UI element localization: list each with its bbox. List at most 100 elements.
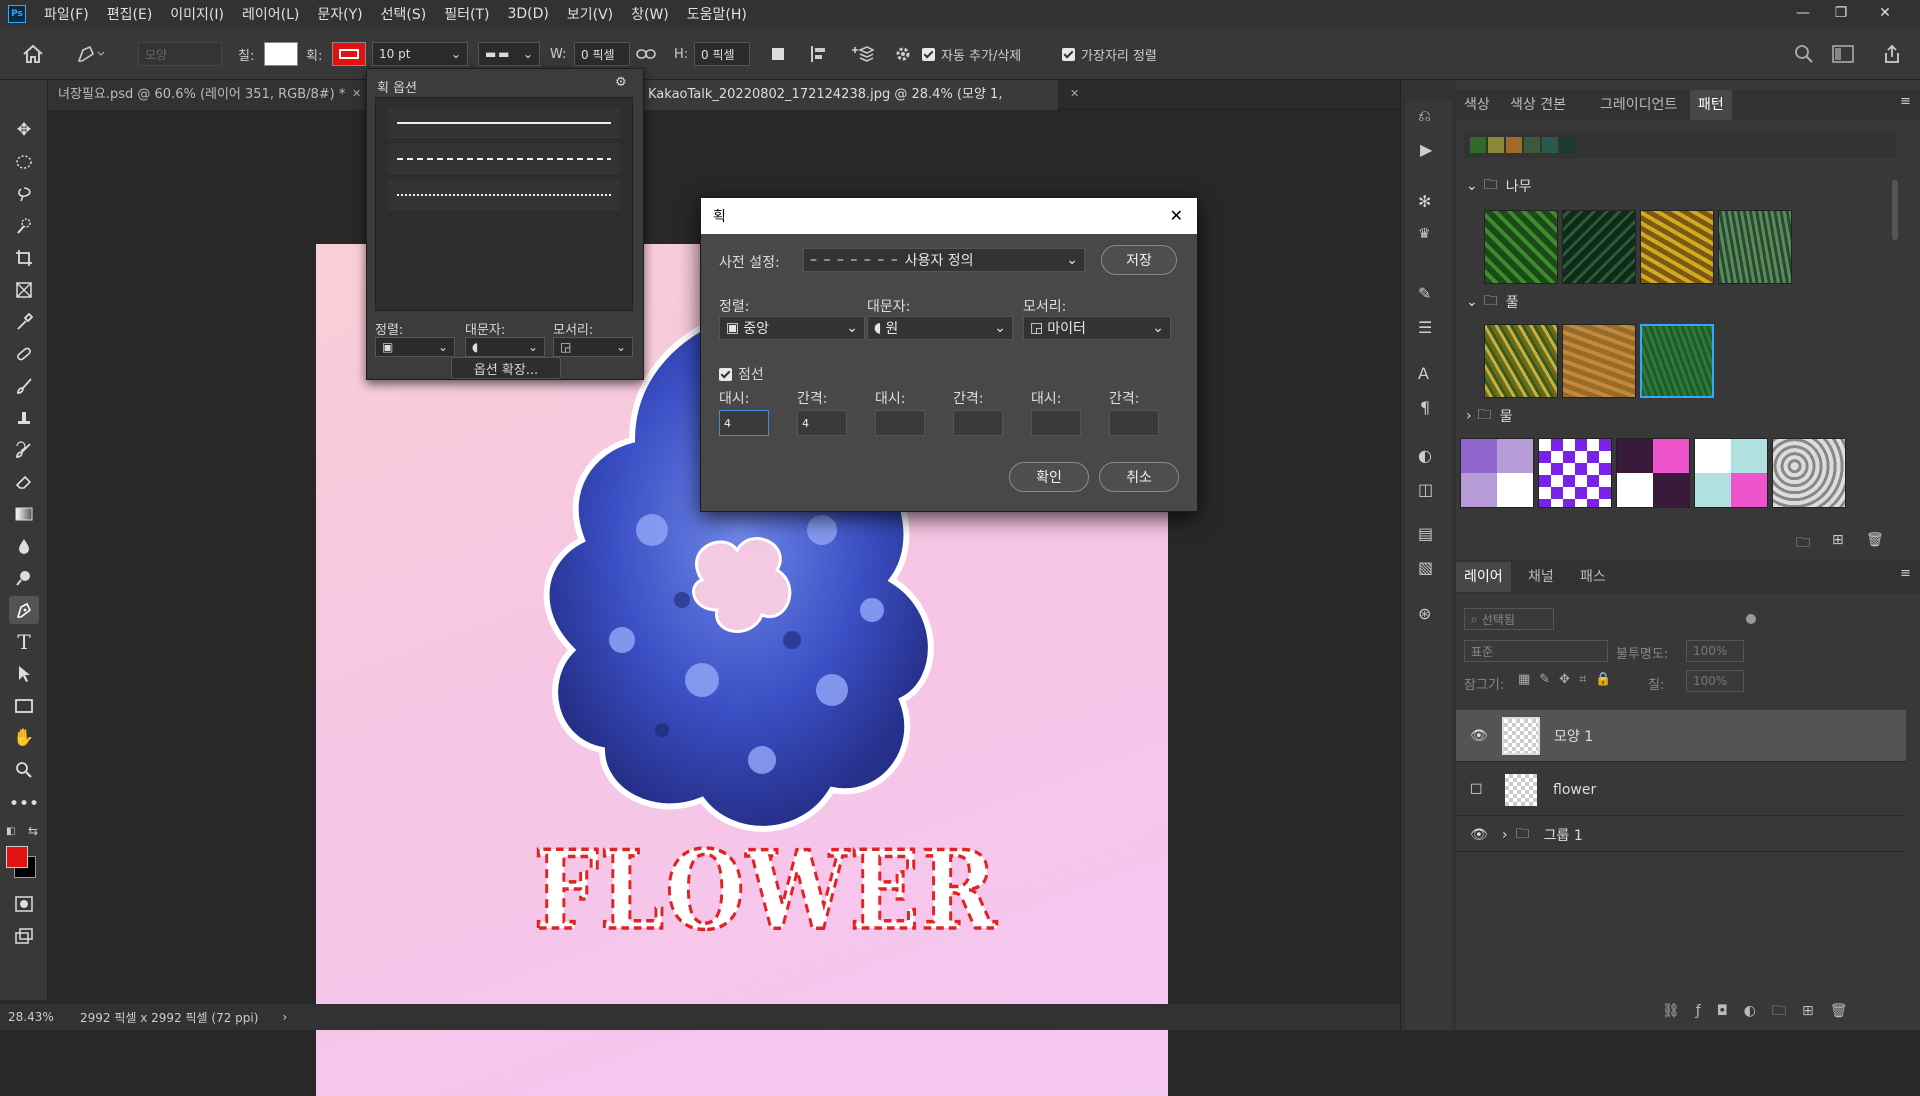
opacity-field[interactable]: 100%: [1686, 640, 1744, 662]
tool-mode-select[interactable]: 모양: [138, 42, 222, 66]
tab-document-1[interactable]: 녀장필요.psd @ 60.6% (레이어 351, RGB/8#) *: [48, 80, 368, 110]
foreground-color-swatch[interactable]: [6, 846, 28, 868]
share-icon[interactable]: [1882, 28, 1902, 80]
tab-channels[interactable]: 채널: [1520, 562, 1562, 592]
dash-3-field[interactable]: [1031, 410, 1081, 436]
align-select[interactable]: ▣ 중앙 ⌄: [719, 316, 865, 340]
save-button[interactable]: 저장: [1101, 245, 1177, 275]
recent-pattern-swatch[interactable]: [1506, 137, 1522, 153]
libraries-icon[interactable]: ◫: [1418, 480, 1433, 499]
menu-layer[interactable]: 레이어(L): [242, 4, 299, 24]
tab-document-2[interactable]: KakaoTalk_20220802_172124238.jpg @ 28.4%…: [638, 80, 1058, 132]
stroke-type-select[interactable]: ▬ ▬ ⌄: [478, 42, 540, 66]
clone-stamp-icon[interactable]: [9, 404, 39, 432]
gear-icon[interactable]: ⚙: [615, 75, 627, 90]
zoom-icon[interactable]: [9, 756, 39, 784]
adjustments-icon[interactable]: ✎: [1418, 284, 1431, 303]
chevron-right-icon[interactable]: ›: [282, 1010, 287, 1024]
pen-icon[interactable]: [9, 596, 39, 624]
zoom-level[interactable]: 28.43%: [8, 1010, 80, 1024]
tab-gradients[interactable]: 그레이디언트: [1592, 90, 1685, 120]
height-field[interactable]: 0 픽셀: [694, 42, 750, 66]
auto-add-delete-checkbox[interactable]: 자동 추가/삭제: [922, 28, 1021, 80]
menu-view[interactable]: 보기(V): [567, 4, 613, 24]
menu-file[interactable]: 파일(F): [44, 4, 89, 24]
layer-row-group1[interactable]: 👁 › 🗀 그룹 1: [1456, 818, 1906, 852]
dash-1-field[interactable]: 4: [719, 410, 769, 436]
layer-filter-select[interactable]: ⌕ 선택됨: [1464, 608, 1554, 630]
blend-mode-select[interactable]: 표준: [1464, 640, 1608, 662]
default-colors-icon[interactable]: ◧: [6, 826, 15, 837]
recent-pattern-swatch[interactable]: [1488, 137, 1504, 153]
tab-swatches[interactable]: 색상 견본: [1502, 90, 1574, 120]
corners-select[interactable]: ◲ ⌄: [553, 337, 633, 357]
menu-image[interactable]: 이미지(I): [170, 4, 224, 24]
brush-settings-icon[interactable]: ✻: [1418, 192, 1431, 211]
eye-icon[interactable]: 👁: [1470, 827, 1494, 843]
dotted-line-option[interactable]: [386, 178, 622, 212]
preset-select[interactable]: – – – – – – – 사용자 정의 ⌄: [803, 248, 1085, 272]
pattern-swatch[interactable]: [1484, 210, 1558, 284]
width-field[interactable]: 0 픽셀: [574, 42, 630, 66]
swap-colors-icon[interactable]: ⇆: [28, 824, 38, 838]
pen-tool-icon[interactable]: [76, 28, 106, 80]
crop-icon[interactable]: [9, 244, 39, 272]
glyphs-icon[interactable]: ◐: [1418, 446, 1432, 465]
paragraph-icon[interactable]: ¶: [1420, 398, 1430, 417]
recent-pattern-swatch[interactable]: [1560, 137, 1576, 153]
quick-mask-icon[interactable]: [9, 890, 39, 918]
brush-icon[interactable]: [9, 372, 39, 400]
lasso-icon[interactable]: [9, 180, 39, 208]
hand-icon[interactable]: ✋: [9, 724, 39, 752]
minimize-icon[interactable]: —: [1788, 2, 1818, 24]
dashed-line-option[interactable]: [386, 142, 622, 176]
history-icon[interactable]: ⎌: [1418, 106, 1431, 126]
patterns-scrollbar[interactable]: [1892, 180, 1898, 240]
stroke-size-field[interactable]: 10 pt ⌄: [372, 42, 468, 66]
workspace-icon[interactable]: [1832, 28, 1854, 80]
corners-select[interactable]: ◲ 마이터 ⌄: [1023, 316, 1171, 340]
dashed-line-checkbox[interactable]: 점선: [719, 364, 764, 384]
layer-row-flower[interactable]: ☐ flower: [1456, 764, 1906, 816]
pattern-swatch[interactable]: [1460, 438, 1534, 508]
eye-icon[interactable]: 👁: [1470, 728, 1494, 744]
menu-filter[interactable]: 필터(T): [444, 4, 489, 24]
new-pattern-icon[interactable]: ⊞: [1832, 532, 1844, 548]
lock-icons[interactable]: ▦✎✥⌗🔒: [1518, 672, 1621, 687]
frame-icon[interactable]: [9, 276, 39, 304]
menu-edit[interactable]: 편집(E): [107, 4, 153, 24]
chevron-right-icon[interactable]: ›: [1502, 827, 1508, 843]
close-icon[interactable]: ✕: [1170, 206, 1183, 225]
fill-color-swatch[interactable]: [264, 42, 298, 66]
pattern-folder-grass[interactable]: ⌄ 🗀 풀: [1456, 288, 1896, 316]
menu-help[interactable]: 도움말(H): [687, 4, 747, 24]
close-tab-icon[interactable]: ✕: [1070, 87, 1079, 100]
close-tab-icon[interactable]: ✕: [352, 87, 361, 100]
properties-icon[interactable]: ☰: [1418, 318, 1432, 337]
pattern-swatch[interactable]: [1616, 438, 1690, 508]
rectangle-icon[interactable]: [9, 692, 39, 720]
menu-select[interactable]: 선택(S): [381, 4, 427, 24]
layer-actions-icons[interactable]: ⛓ƒ◘◐🗀⊞🗑: [1662, 1000, 1864, 1024]
pattern-swatch-selected[interactable]: [1640, 324, 1714, 398]
info-icon[interactable]: ▧: [1418, 558, 1433, 577]
search-icon[interactable]: [1794, 28, 1814, 80]
layer-row-shape1[interactable]: 👁 모양 1: [1456, 710, 1906, 762]
navigator-icon[interactable]: ⊛: [1418, 604, 1431, 623]
character-icon[interactable]: A: [1418, 364, 1429, 383]
cancel-button[interactable]: 취소: [1099, 462, 1179, 492]
dash-2-field[interactable]: [875, 410, 925, 436]
pattern-swatch[interactable]: [1772, 438, 1846, 508]
pattern-swatch[interactable]: [1718, 210, 1792, 284]
pattern-swatch[interactable]: [1694, 438, 1768, 508]
close-window-icon[interactable]: ✕: [1870, 2, 1900, 24]
new-group-icon[interactable]: 🗀: [1796, 532, 1810, 556]
menu-type[interactable]: 문자(Y): [317, 4, 362, 24]
pattern-swatch[interactable]: [1484, 324, 1558, 398]
tab-patterns[interactable]: 패턴: [1690, 90, 1732, 120]
eyedropper-icon[interactable]: [9, 308, 39, 336]
stroke-color-swatch[interactable]: [332, 42, 366, 66]
history-brush-icon[interactable]: [9, 436, 39, 464]
gap-3-field[interactable]: [1109, 410, 1159, 436]
visibility-toggle-empty[interactable]: ☐: [1470, 782, 1494, 798]
